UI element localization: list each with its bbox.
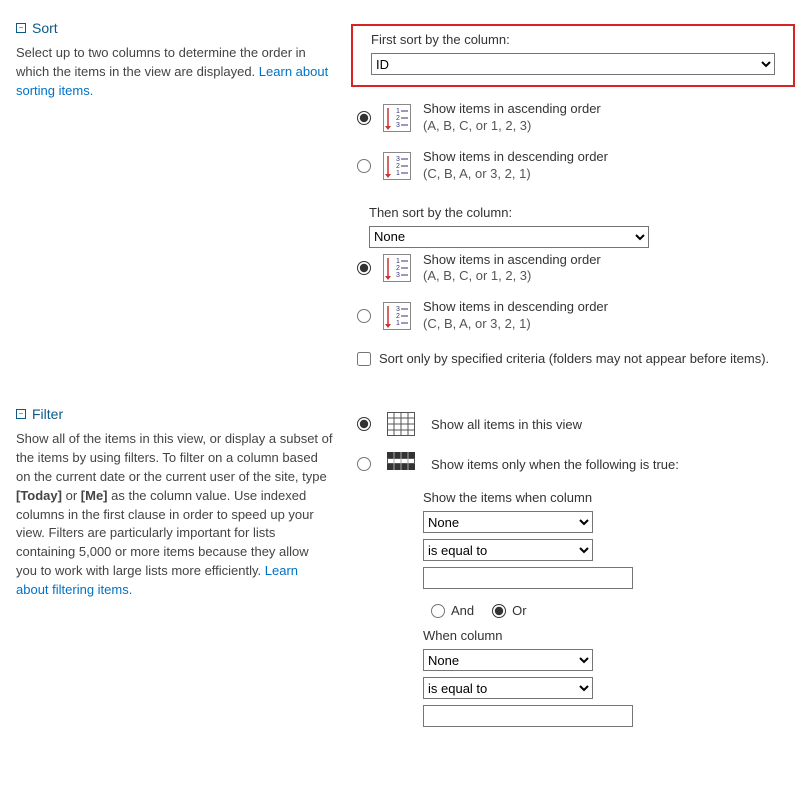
sort-asc-icon: 1 2 3: [383, 254, 411, 282]
first-sort-label: First sort by the column:: [371, 32, 775, 47]
svg-text:2: 2: [396, 163, 400, 170]
sort-only-label: Sort only by specified criteria (folders…: [379, 351, 769, 366]
grid-filtered-icon: [387, 452, 415, 476]
filter-title: Filter: [32, 406, 63, 422]
svg-text:3: 3: [396, 156, 400, 163]
sort-desc: Select up to two columns to determine th…: [16, 44, 333, 101]
sort-left: − Sort Select up to two columns to deter…: [16, 20, 351, 101]
filter-desc: Show all of the items in this view, or d…: [16, 430, 333, 600]
sort-right: First sort by the column: ID 1 2 3: [351, 20, 795, 366]
filter-val1-input[interactable]: [423, 567, 633, 589]
svg-text:1: 1: [396, 258, 400, 265]
first-asc-row: 1 2 3 Show items in ascending order (A, …: [351, 97, 795, 145]
and-radio[interactable]: [431, 604, 445, 618]
first-asc-radio[interactable]: [357, 111, 371, 125]
then-sort-label: Then sort by the column:: [369, 205, 777, 220]
filter-left: − Filter Show all of the items in this v…: [16, 406, 351, 600]
svg-text:2: 2: [396, 115, 400, 122]
first-desc-row: 3 2 1 Show items in descending order (C,…: [351, 145, 795, 193]
filter-section: − Filter Show all of the items in this v…: [16, 406, 795, 733]
svg-text:2: 2: [396, 265, 400, 272]
svg-text:1: 1: [396, 170, 400, 177]
filter-all-row: Show all items in this view: [351, 410, 795, 450]
first-desc-labels: Show items in descending order (C, B, A,…: [423, 149, 608, 183]
filter-right: Show all items in this view Show items o…: [351, 406, 795, 733]
sort-desc-icon: 3 2 1: [383, 152, 411, 180]
first-sort-select[interactable]: ID: [371, 53, 775, 75]
andor-row: And Or: [423, 595, 795, 628]
sort-only-row: Sort only by specified criteria (folders…: [351, 343, 795, 366]
filter-all-label: Show all items in this view: [431, 417, 582, 432]
second-sort-block: Then sort by the column: None: [351, 205, 795, 248]
then-asc-labels: Show items in ascending order (A, B, C, …: [423, 252, 601, 286]
sort-only-checkbox[interactable]: [357, 352, 371, 366]
then-asc-row: 1 2 3 Show items in ascending order (A, …: [351, 248, 795, 296]
sort-desc-icon: 3 2 1: [383, 302, 411, 330]
filter-all-radio[interactable]: [357, 417, 371, 431]
sort-asc-icon: 1 2 3: [383, 104, 411, 132]
svg-text:3: 3: [396, 306, 400, 313]
and-option[interactable]: And: [431, 603, 474, 618]
sort-section: − Sort Select up to two columns to deter…: [16, 20, 795, 366]
then-desc-labels: Show items in descending order (C, B, A,…: [423, 299, 608, 333]
filter-col1-select[interactable]: None: [423, 511, 593, 533]
filter-when-radio[interactable]: [357, 457, 371, 471]
svg-text:1: 1: [396, 108, 400, 115]
svg-text:3: 3: [396, 122, 400, 129]
filter-when-row: Show items only when the following is tr…: [351, 450, 795, 490]
filter-op2-select[interactable]: is equal to: [423, 677, 593, 699]
then-desc-radio[interactable]: [357, 309, 371, 323]
first-desc-radio[interactable]: [357, 159, 371, 173]
svg-text:3: 3: [396, 272, 400, 279]
filter-col2-select[interactable]: None: [423, 649, 593, 671]
filter-detail-1: Show the items when column None is equal…: [423, 490, 795, 733]
then-desc-row: 3 2 1 Show items in descending order (C,…: [351, 295, 795, 343]
collapse-icon[interactable]: −: [16, 409, 26, 419]
then-sort-select[interactable]: None: [369, 226, 649, 248]
show-when-label: Show the items when column: [423, 490, 795, 505]
or-option[interactable]: Or: [492, 603, 526, 618]
collapse-icon[interactable]: −: [16, 23, 26, 33]
filter-op1-select[interactable]: is equal to: [423, 539, 593, 561]
filter-when-label: Show items only when the following is tr…: [431, 457, 679, 472]
first-sort-highlight: First sort by the column: ID: [351, 24, 795, 87]
grid-all-icon: [387, 412, 415, 436]
or-radio[interactable]: [492, 604, 506, 618]
filter-val2-input[interactable]: [423, 705, 633, 727]
sort-title: Sort: [32, 20, 58, 36]
first-asc-labels: Show items in ascending order (A, B, C, …: [423, 101, 601, 135]
filter-title-row: − Filter: [16, 406, 333, 422]
svg-text:1: 1: [396, 320, 400, 327]
when-col-label: When column: [423, 628, 795, 643]
svg-text:2: 2: [396, 313, 400, 320]
sort-title-row: − Sort: [16, 20, 333, 36]
then-asc-radio[interactable]: [357, 261, 371, 275]
